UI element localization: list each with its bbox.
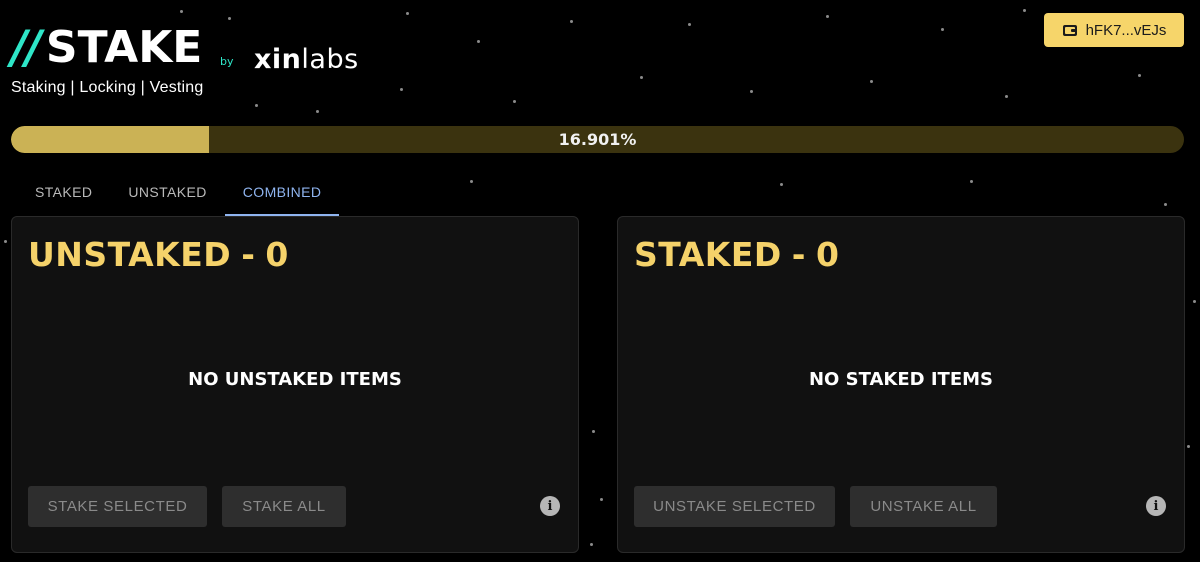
partner-logo: xinlabs [254, 44, 359, 75]
star-dot [780, 183, 783, 186]
wallet-icon [1062, 22, 1078, 38]
unstaked-panel-title: UNSTAKED -0 [28, 235, 289, 274]
info-icon[interactable]: i [1146, 496, 1166, 516]
view-tabs: STAKED UNSTAKED COMBINED [17, 170, 340, 216]
star-dot [970, 180, 973, 183]
star-dot [688, 23, 691, 26]
star-dot [400, 88, 403, 91]
star-dot [4, 240, 7, 243]
star-dot [870, 80, 873, 83]
tab-staked[interactable]: STAKED [17, 170, 110, 214]
brand-subtitle: Staking | Locking | Vesting [11, 79, 204, 96]
unstaked-empty-message: NO UNSTAKED ITEMS [188, 369, 402, 390]
staked-panel: STAKED -0 NO STAKED ITEMS UNSTAKE SELECTE… [617, 216, 1185, 553]
progress-label: 16.901% [558, 130, 637, 149]
star-dot [1023, 9, 1026, 12]
stake-selected-button[interactable]: STAKE SELECTED [28, 486, 207, 527]
staked-count: 0 [815, 235, 840, 274]
partner-logo-suffix: labs [301, 44, 359, 75]
star-dot [406, 12, 409, 15]
star-dot [590, 543, 593, 546]
unstaked-count: 0 [265, 235, 289, 274]
staked-title-separator: - [791, 235, 806, 274]
star-dot [1187, 445, 1190, 448]
unstake-selected-button[interactable]: UNSTAKE SELECTED [634, 486, 835, 527]
star-dot [1138, 74, 1141, 77]
logo-slashes: // [11, 21, 42, 74]
logo-mark: // STAKE [11, 22, 202, 74]
brand-logo[interactable]: // STAKE [11, 22, 202, 74]
partner-logo-prefix: xin [254, 44, 302, 75]
star-dot [513, 100, 516, 103]
star-dot [1193, 300, 1196, 303]
star-dot [1005, 95, 1008, 98]
star-dot [592, 430, 595, 433]
unstaked-panel: UNSTAKED -0 NO UNSTAKED ITEMS STAKE SELEC… [11, 216, 579, 553]
tab-unstaked[interactable]: UNSTAKED [110, 170, 224, 214]
star-dot [180, 10, 183, 13]
staked-empty-message: NO STAKED ITEMS [808, 369, 993, 390]
tab-combined[interactable]: COMBINED [224, 170, 340, 216]
star-dot [316, 110, 319, 113]
stake-all-button[interactable]: STAKE ALL [222, 486, 346, 527]
star-dot [570, 20, 573, 23]
by-label: by [220, 55, 234, 68]
unstaked-title-text: UNSTAKED [28, 235, 232, 274]
star-dot [750, 90, 753, 93]
unstake-all-button[interactable]: UNSTAKE ALL [850, 486, 997, 527]
staking-progress-bar: 16.901% [11, 126, 1184, 153]
wallet-address: hFK7...vEJs [1085, 21, 1167, 39]
staked-title-text: STAKED [634, 235, 782, 274]
star-dot [470, 180, 473, 183]
info-icon[interactable]: i [540, 496, 560, 516]
star-dot [640, 76, 643, 79]
logo-wordmark: STAKE [45, 22, 203, 73]
star-dot [941, 28, 944, 31]
star-dot [600, 498, 603, 501]
star-dot [826, 15, 829, 18]
staked-panel-title: STAKED -0 [634, 235, 839, 274]
app-stage: // STAKE Staking | Locking | Vesting by … [0, 0, 1200, 562]
star-dot [228, 17, 231, 20]
star-dot [477, 40, 480, 43]
star-dot [255, 104, 258, 107]
star-dot [1164, 203, 1167, 206]
wallet-button[interactable]: hFK7...vEJs [1044, 13, 1184, 47]
unstaked-title-separator: - [241, 235, 256, 274]
